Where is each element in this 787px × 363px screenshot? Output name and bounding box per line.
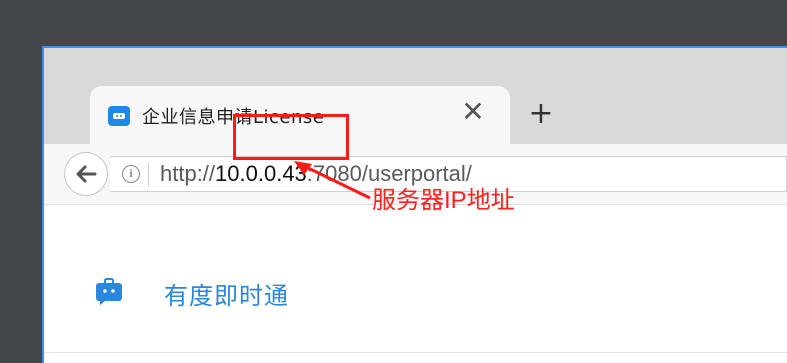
annotation-arrow [294, 161, 371, 200]
annotation-label: 服务器IP地址 [372, 187, 515, 214]
back-button[interactable] [64, 152, 108, 196]
close-icon[interactable]: ✕ [458, 97, 488, 127]
address-separator [148, 162, 149, 186]
url-scheme: http:// [160, 161, 216, 186]
page-divider [44, 352, 787, 353]
back-arrow-icon [76, 165, 97, 183]
plus-icon[interactable]: + [524, 97, 558, 131]
chat-bot-icon [108, 106, 130, 126]
brand-name: 有度即时通 [164, 282, 289, 310]
tab-strip: 企业信息申请License ✕ + [44, 48, 787, 144]
ip-highlight-box [233, 114, 349, 160]
info-icon[interactable]: i [122, 165, 140, 183]
briefcase-chat-icon [96, 278, 122, 305]
